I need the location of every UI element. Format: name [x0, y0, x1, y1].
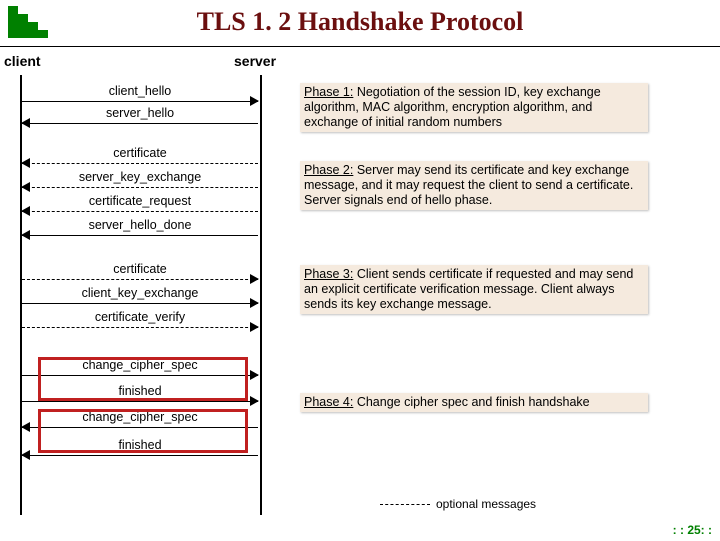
page-number: : : 25: :	[673, 523, 712, 537]
phase-title: Phase 2:	[304, 163, 353, 177]
msg-server-key-exchange-3: server_key_exchange	[22, 175, 258, 193]
title-ornament	[8, 6, 48, 38]
msg-client-key-exchange-7: client_key_exchange	[22, 291, 258, 309]
arrow-line	[22, 327, 258, 328]
msg-label: client_hello	[22, 84, 258, 98]
arrow-line	[22, 211, 258, 212]
msg-certificate-verify-8: certificate_verify	[22, 315, 258, 333]
msg-label: server_hello	[22, 106, 258, 120]
legend-optional: optional messages	[380, 497, 536, 511]
phase-text: Change cipher spec and finish handshake	[353, 395, 589, 409]
phase-title: Phase 3:	[304, 267, 353, 281]
arrow-line	[22, 401, 258, 402]
phase-title: Phase 1:	[304, 85, 353, 99]
msg-label: certificate	[22, 262, 258, 276]
change-cipher-highlight-1	[38, 357, 248, 401]
msg-label: server_key_exchange	[22, 170, 258, 184]
phase-text: Server may send its certificate and key …	[304, 163, 633, 207]
arrow-line	[22, 303, 258, 304]
phase-box-1: Phase 1: Negotiation of the session ID, …	[300, 83, 648, 132]
diagram-stage: client server client_helloserver_helloce…	[0, 47, 720, 541]
legend-dash-icon	[380, 504, 430, 505]
arrow-line	[22, 279, 258, 280]
msg-label: certificate	[22, 146, 258, 160]
phase-title: Phase 4:	[304, 395, 353, 409]
arrow-line	[22, 235, 258, 236]
arrow-line	[22, 455, 258, 456]
phase-box-2: Phase 2: Server may send its certificate…	[300, 161, 648, 210]
arrow-line	[22, 163, 258, 164]
lifeline-server	[260, 75, 262, 515]
msg-server-hello-1: server_hello	[22, 111, 258, 129]
msg-certificate-2: certificate	[22, 151, 258, 169]
arrow-line	[22, 187, 258, 188]
phase-text: Client sends certificate if requested an…	[304, 267, 633, 311]
phase-box-4: Phase 4: Change cipher spec and finish h…	[300, 393, 648, 412]
msg-label: client_key_exchange	[22, 286, 258, 300]
msg-label: certificate_request	[22, 194, 258, 208]
msg-certificate-6: certificate	[22, 267, 258, 285]
role-label-server: server	[234, 53, 276, 69]
arrow-line	[22, 123, 258, 124]
slide-title: TLS 1. 2 Handshake Protocol	[0, 0, 720, 44]
arrow-line	[22, 101, 258, 102]
legend-text: optional messages	[436, 497, 536, 511]
role-label-client: client	[4, 53, 41, 69]
change-cipher-highlight-2	[38, 409, 248, 453]
msg-certificate-request-4: certificate_request	[22, 199, 258, 217]
phase-box-3: Phase 3: Client sends certificate if req…	[300, 265, 648, 314]
msg-label: server_hello_done	[22, 218, 258, 232]
title-bar: TLS 1. 2 Handshake Protocol	[0, 0, 720, 47]
msg-server-hello-done-5: server_hello_done	[22, 223, 258, 241]
msg-client-hello-0: client_hello	[22, 89, 258, 107]
msg-label: certificate_verify	[22, 310, 258, 324]
